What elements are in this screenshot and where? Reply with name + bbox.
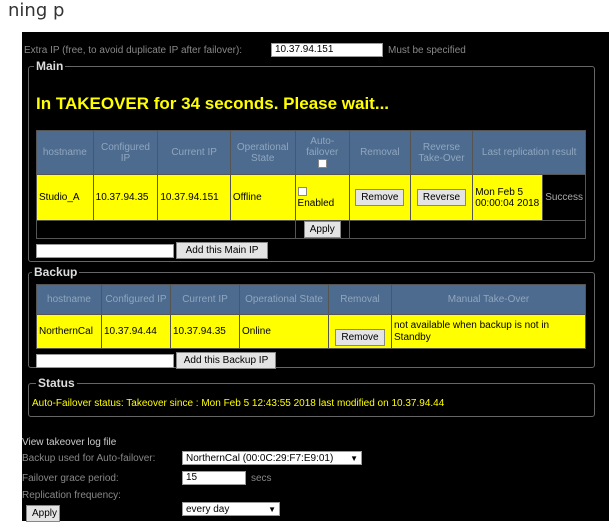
main-header-last-replication: Last replication result: [472, 130, 586, 175]
main-header-reverse: Reverse Take-Over: [409, 130, 474, 175]
add-main-ip-button[interactable]: Add this Main IP: [176, 242, 268, 259]
auto-failover-enabled-label: Enabled: [297, 197, 335, 209]
failover-panel: Extra IP (free, to avoid duplicate IP af…: [22, 32, 609, 522]
backup-row-state: Online: [239, 314, 329, 349]
grace-period-input[interactable]: [182, 471, 246, 485]
extra-ip-label: Extra IP (free, to avoid duplicate IP af…: [24, 45, 243, 56]
replication-frequency-label: Replication frequency:: [22, 490, 121, 501]
main-header-configured-ip: Configured IP: [92, 130, 159, 175]
backup-table-row: NorthernCal 10.37.94.44 10.37.94.35 Onli…: [36, 314, 586, 349]
takeover-message: In TAKEOVER for 34 seconds. Please wait.…: [36, 94, 390, 113]
backup-legend: Backup: [32, 265, 80, 279]
main-apply-spacer-left: [36, 220, 296, 239]
auto-failover-checkbox[interactable]: [297, 187, 307, 197]
replication-frequency-select[interactable]: every day ▼: [182, 502, 280, 516]
backup-row-manual-takeover: not available when backup is not in Stan…: [391, 314, 586, 349]
main-header-current-ip: Current IP: [157, 130, 231, 175]
main-ip-input[interactable]: [36, 244, 174, 258]
backup-header-operational-state: Operational State: [239, 284, 329, 315]
backup-row-removal: Remove: [328, 314, 392, 349]
main-remove-button[interactable]: Remove: [355, 189, 405, 206]
backup-row-hostname: NorthernCal: [36, 314, 102, 349]
main-row-last-replication-result: Success: [542, 174, 586, 221]
backup-used-label: Backup used for Auto-failover:: [22, 453, 156, 464]
main-header-auto-failover: Auto-failover: [294, 130, 350, 175]
backup-table: hostname Configured IP Current IP Operat…: [36, 284, 586, 349]
backup-remove-button[interactable]: Remove: [335, 329, 385, 346]
extra-ip-input[interactable]: [271, 43, 383, 57]
auto-failover-all-checkbox[interactable]: [317, 158, 327, 168]
add-backup-ip-button[interactable]: Add this Backup IP: [176, 352, 276, 369]
main-row-removal: Remove: [348, 174, 411, 221]
status-legend: Status: [36, 376, 77, 390]
main-apply-cell: Apply: [294, 220, 350, 239]
main-table-apply-row: Apply: [36, 220, 587, 239]
page-header-text: ning p: [8, 0, 65, 21]
main-row-reverse: Reverse: [409, 174, 474, 221]
main-table: hostname Configured IP Current IP Operat…: [36, 130, 587, 239]
footer-apply-button[interactable]: Apply: [26, 505, 60, 522]
main-row-last-replication-time: Mon Feb 5 00:00:04 2018: [472, 174, 544, 221]
backup-used-select[interactable]: NorthernCal (00:0C:29:F7:E9:01) ▼: [182, 451, 362, 465]
grace-period-unit: secs: [251, 473, 272, 484]
page-header-strip: ning p: [0, 0, 609, 30]
backup-row-current-ip: 10.37.94.35: [170, 314, 240, 349]
backup-used-value: NorthernCal (00:0C:29:F7:E9:01): [186, 453, 334, 464]
reverse-button[interactable]: Reverse: [416, 189, 467, 206]
backup-table-header-row: hostname Configured IP Current IP Operat…: [36, 284, 586, 315]
main-row-configured-ip: 10.37.94.35: [92, 174, 159, 221]
backup-header-current-ip: Current IP: [170, 284, 240, 315]
main-row-state: Offline: [229, 174, 296, 221]
main-row-auto-failover: Enabled: [294, 174, 350, 221]
main-header-removal: Removal: [348, 130, 411, 175]
chevron-down-icon: ▼: [268, 505, 276, 514]
main-header-operational-state: Operational State: [229, 130, 296, 175]
grace-period-label: Failover grace period:: [22, 473, 119, 484]
auto-failover-header-label: Auto-failover: [306, 136, 339, 158]
backup-header-manual-takeover: Manual Take-Over: [391, 284, 586, 315]
main-row-hostname: Studio_A: [36, 174, 94, 221]
main-legend: Main: [34, 59, 66, 73]
view-log-link[interactable]: View takeover log file: [22, 437, 116, 448]
main-row-current-ip: 10.37.94.151: [157, 174, 231, 221]
backup-header-configured-ip: Configured IP: [101, 284, 171, 315]
main-table-row: Studio_A 10.37.94.35 10.37.94.151 Offlin…: [36, 174, 586, 221]
main-table-header-row: hostname Configured IP Current IP Operat…: [36, 130, 586, 175]
main-apply-button[interactable]: Apply: [303, 221, 341, 238]
main-apply-spacer-right: [348, 220, 587, 239]
chevron-down-icon: ▼: [350, 454, 358, 463]
backup-ip-input[interactable]: [36, 354, 174, 368]
main-header-hostname: hostname: [36, 130, 94, 175]
extra-ip-note: Must be specified: [388, 45, 466, 56]
backup-row-configured-ip: 10.37.94.44: [101, 314, 171, 349]
status-text: Auto-Failover status: Takeover since : M…: [32, 398, 445, 409]
backup-header-removal: Removal: [328, 284, 392, 315]
replication-frequency-value: every day: [186, 504, 230, 515]
backup-header-hostname: hostname: [36, 284, 102, 315]
